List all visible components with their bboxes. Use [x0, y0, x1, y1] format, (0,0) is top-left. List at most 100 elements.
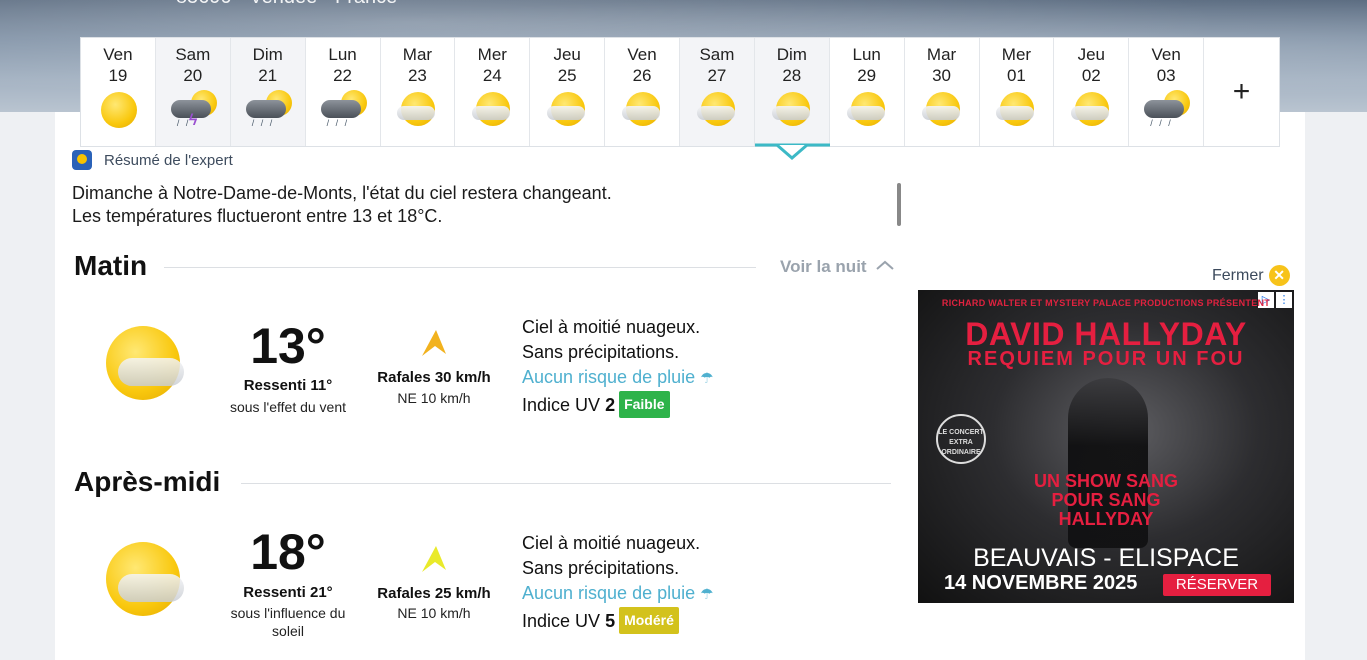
- partly-cloudy-icon: [764, 90, 820, 132]
- uv-value: 5: [605, 611, 616, 631]
- uv-index: Indice UV 2 Faible: [522, 391, 714, 418]
- day-date: 28: [782, 66, 802, 85]
- umbrella-icon: ☂: [700, 586, 714, 603]
- day-tab[interactable]: Ven 03 / / /: [1129, 38, 1205, 146]
- section-divider: [164, 267, 756, 268]
- sun-icon: [90, 90, 146, 132]
- section-title-matin: Matin: [74, 250, 148, 281]
- day-date: 23: [407, 66, 427, 85]
- feels-like-reason-apres-midi: sous l'influence du soleil: [230, 605, 346, 639]
- ad-stamp: LE CONCERT EXTRA ORDINAIRE: [936, 414, 986, 464]
- selected-day-indicator: [755, 143, 830, 160]
- ad-venue: BEAUVAIS - ELISPACE: [973, 544, 1239, 572]
- day-tab[interactable]: Ven 19: [81, 38, 156, 146]
- day-tab[interactable]: Sam 20 ϟ / /: [155, 38, 231, 146]
- day-name: Jeu: [1077, 45, 1106, 64]
- wind-direction-arrow-icon: [422, 546, 446, 572]
- day-tab[interactable]: Dim 28: [754, 38, 830, 146]
- wind-direction-arrow-icon: [422, 330, 446, 356]
- gusts-matin: Rafales 30 km/h: [377, 369, 491, 386]
- ad-book-button[interactable]: RÉSERVER: [1163, 574, 1271, 596]
- expert-label: Résumé de l'expert: [104, 151, 233, 169]
- day-tab[interactable]: Jeu 25: [530, 38, 606, 146]
- sky-text: Ciel à moitié nuageux.: [522, 317, 701, 337]
- ad-tagline: UN SHOW SANG POUR SANG HALLYDAY: [1034, 471, 1178, 529]
- uv-label: Indice UV: [522, 395, 601, 415]
- day-tab[interactable]: Mer 24: [455, 38, 531, 146]
- day-date: 27: [707, 66, 727, 85]
- wind-matin: NE 10 km/h: [397, 390, 471, 406]
- advertisement[interactable]: ▷ ⋮ RICHARD WALTER ET MYSTERY PALACE PROD…: [918, 290, 1294, 603]
- day-name: Ven: [103, 45, 133, 64]
- uv-label: Indice UV: [522, 611, 601, 631]
- uv-value: 2: [605, 395, 616, 415]
- summary-scrollbar[interactable]: [897, 183, 901, 226]
- close-icon: ✕: [1268, 265, 1290, 286]
- day-tab[interactable]: Lun 29: [830, 38, 905, 146]
- day-tab[interactable]: Sam 27: [680, 38, 755, 146]
- day-name: Mer: [1001, 45, 1032, 64]
- precip-text: Sans précipitations.: [522, 558, 680, 578]
- partly-cloudy-icon: [389, 90, 445, 132]
- rain-risk-label: Aucun risque de pluie: [522, 367, 696, 387]
- partly-cloudy-icon: [100, 322, 190, 402]
- day-tab[interactable]: Mar 30: [905, 38, 980, 146]
- day-tab[interactable]: Dim 21 / / /: [230, 38, 306, 146]
- uv-index: Indice UV 5 Modéré: [522, 607, 714, 634]
- day-tab[interactable]: Mer 01: [980, 38, 1055, 146]
- day-name: Sam: [699, 45, 735, 64]
- day-name: Lun: [328, 45, 357, 64]
- day-name: Ven: [627, 45, 657, 64]
- day-tab[interactable]: Lun 22 / / /: [306, 38, 381, 146]
- conditions-apres-midi: Ciel à moitié nuageux. Sans précipitatio…: [522, 531, 714, 634]
- chevron-up-icon: [876, 260, 894, 270]
- close-ad-label: Fermer: [1212, 266, 1264, 284]
- rain-risk-link[interactable]: Aucun risque de pluie ☂: [522, 365, 714, 391]
- day-name: Jeu: [553, 45, 581, 64]
- partly-cloudy-icon: [914, 90, 970, 132]
- day-name: Lun: [852, 45, 881, 64]
- rain-cloud-icon: / / /: [315, 90, 371, 132]
- voir-la-nuit-link[interactable]: Voir la nuit: [780, 257, 895, 277]
- ad-show-title: REQUIEM POUR UN FOU: [967, 348, 1245, 370]
- partly-cloudy-icon: [614, 90, 670, 132]
- day-date: 01: [1006, 66, 1026, 85]
- summary-line-2: Les températures fluctueront entre 13 et…: [72, 206, 443, 226]
- section-title-apres-midi: Après-midi: [74, 466, 221, 497]
- close-ad-button[interactable]: Fermer ✕: [1212, 265, 1290, 286]
- partly-cloudy-icon: [988, 90, 1044, 132]
- day-date: 30: [932, 66, 952, 85]
- expert-summary: Dimanche à Notre-Dame-de-Monts, l'état d…: [72, 182, 892, 228]
- day-strip: Ven 19 Sam 20 ϟ / / Dim 21/ / / Lun 22/ / / Mar 23 M…: [80, 37, 1280, 147]
- day-date: 25: [557, 66, 577, 85]
- day-name: Dim: [252, 45, 283, 64]
- temperature-apres-midi: 18°: [250, 524, 326, 580]
- feels-like-apres-midi: Ressenti 21°: [243, 584, 333, 601]
- section-divider: [241, 483, 891, 484]
- day-name: Ven: [1151, 45, 1181, 64]
- more-days-button[interactable]: +: [1204, 38, 1279, 146]
- day-name: Mar: [926, 45, 957, 64]
- umbrella-icon: ☂: [700, 370, 714, 387]
- day-date: 21: [258, 66, 278, 85]
- expert-summary-header: Résumé de l'expert: [72, 150, 233, 170]
- day-date: 29: [857, 66, 877, 85]
- day-tab[interactable]: Jeu 02: [1054, 38, 1130, 146]
- day-tab[interactable]: Ven 26: [605, 38, 680, 146]
- day-date: 19: [108, 66, 128, 85]
- partly-cloudy-icon: [1063, 90, 1119, 132]
- day-date: 26: [632, 66, 652, 85]
- precip-text: Sans précipitations.: [522, 342, 680, 362]
- sky-text: Ciel à moitié nuageux.: [522, 533, 701, 553]
- rain-risk-link[interactable]: Aucun risque de pluie ☂: [522, 581, 714, 607]
- partly-cloudy-icon: [539, 90, 595, 132]
- feels-like-reason-matin: sous l'effet du vent: [229, 399, 347, 415]
- temperature-matin: 13°: [250, 318, 326, 374]
- partly-cloudy-icon: [839, 90, 895, 132]
- storm-icon: ϟ / /: [165, 90, 221, 132]
- day-name: Mar: [402, 45, 433, 64]
- day-name: Mer: [477, 45, 507, 64]
- day-name: Sam: [175, 45, 211, 64]
- day-name: Dim: [776, 45, 807, 64]
- day-tab[interactable]: Mar 23: [381, 38, 456, 146]
